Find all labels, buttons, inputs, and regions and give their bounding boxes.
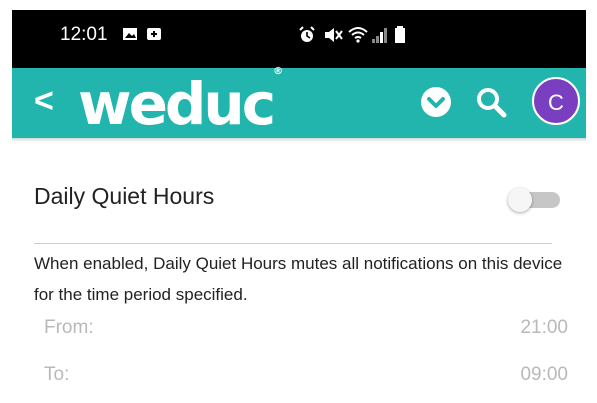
search-icon[interactable] xyxy=(474,85,508,119)
header-shadow xyxy=(12,138,586,142)
toggle-thumb xyxy=(508,188,532,212)
battery-icon xyxy=(395,26,405,43)
logo-text: weduc xyxy=(78,70,276,138)
description-text: When enabled, Daily Quiet Hours mutes al… xyxy=(34,254,563,304)
page-title: Daily Quiet Hours xyxy=(34,183,215,209)
quiet-hours-toggle[interactable] xyxy=(508,188,560,212)
back-button[interactable]: < xyxy=(34,82,54,121)
weduc-logo: weduc® xyxy=(78,66,283,138)
alarm-icon xyxy=(299,26,315,42)
logo-registered-mark: ® xyxy=(273,65,284,77)
to-time-value[interactable]: 09:00 xyxy=(520,364,568,386)
chevron-down-icon[interactable] xyxy=(420,86,452,118)
signal-icon xyxy=(372,28,387,43)
wifi-icon xyxy=(348,27,368,43)
mute-icon xyxy=(325,28,343,42)
notification-icon xyxy=(147,28,161,40)
avatar[interactable]: C xyxy=(532,77,580,125)
image-icon xyxy=(123,28,137,40)
status-bar: 12:01 xyxy=(12,10,586,68)
status-time: 12:01 xyxy=(60,24,108,45)
from-time-value[interactable]: 21:00 xyxy=(520,317,568,339)
to-label: To: xyxy=(44,364,70,385)
divider xyxy=(34,243,552,244)
app-header: < weduc® C xyxy=(12,66,586,138)
from-label: From: xyxy=(44,317,94,338)
